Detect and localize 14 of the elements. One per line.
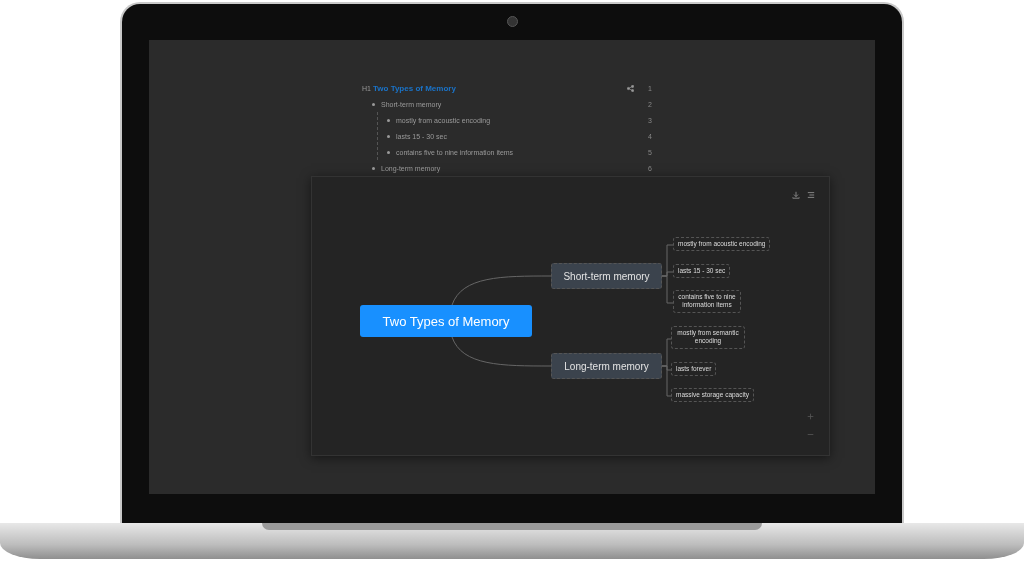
branch-node[interactable]: Long-term memory <box>551 353 662 379</box>
menu-icon[interactable] <box>807 191 815 199</box>
bullet-icon <box>387 134 390 138</box>
bullet-icon <box>372 102 375 106</box>
bullet-icon <box>372 166 375 170</box>
share-icon[interactable] <box>627 84 634 92</box>
bullet-icon <box>387 118 390 122</box>
zoom-out-icon[interactable] <box>807 431 814 438</box>
download-icon[interactable] <box>792 191 800 199</box>
camera <box>506 16 518 27</box>
zoom-in-icon[interactable] <box>807 413 814 420</box>
bullet-icon <box>387 150 390 154</box>
branch-node[interactable]: Short-term memory <box>551 263 662 289</box>
outline-heading: Two Types of Memory <box>373 83 457 93</box>
